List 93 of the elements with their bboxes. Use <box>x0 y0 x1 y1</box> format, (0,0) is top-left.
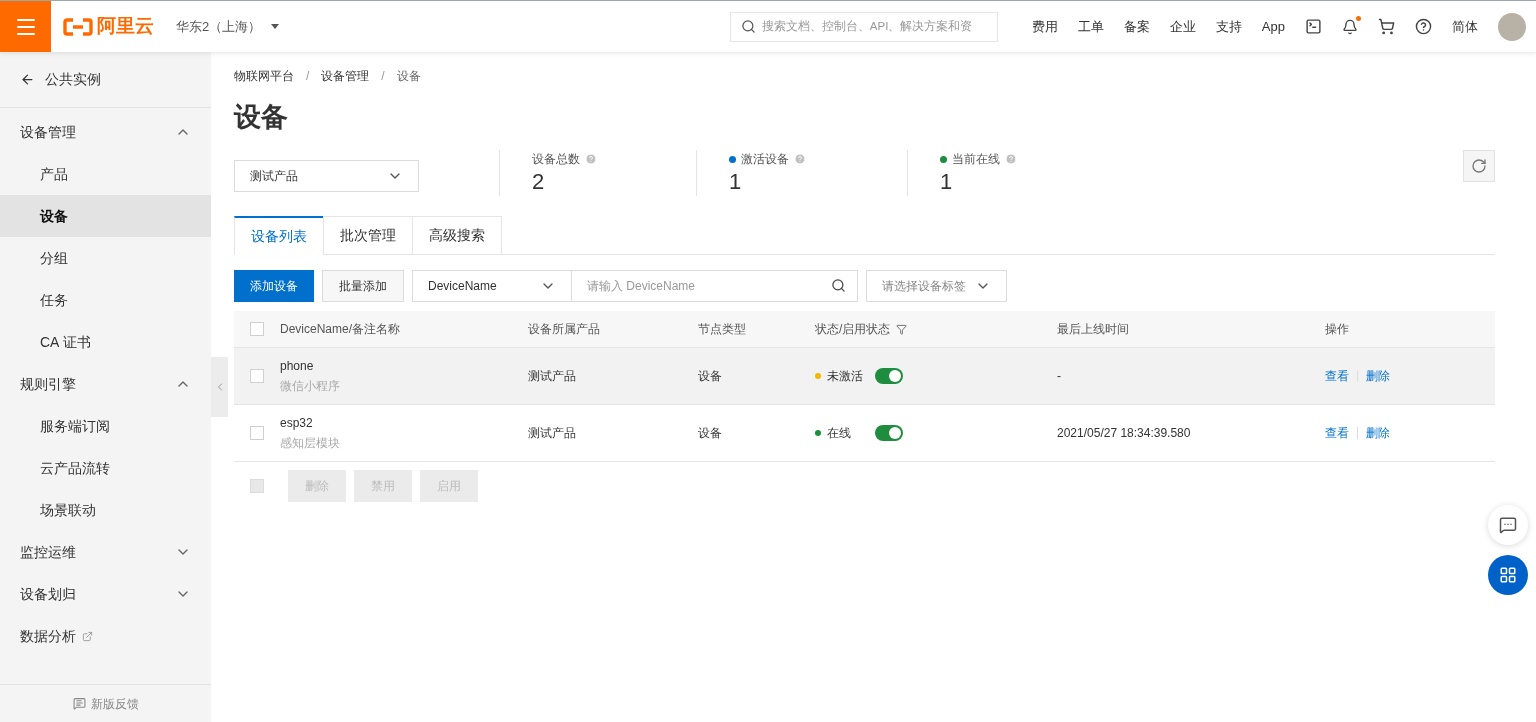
back-link[interactable]: 公共实例 <box>0 52 211 108</box>
sidebar-item[interactable]: 分组 <box>0 237 211 279</box>
action-link[interactable]: 删除 <box>1366 424 1390 442</box>
nav-link[interactable]: 支持 <box>1215 16 1242 37</box>
breadcrumb-link[interactable]: 物联网平台 <box>234 67 294 85</box>
stat-label: 设备总数 <box>532 151 580 168</box>
menu-button[interactable] <box>0 1 51 52</box>
logo-text: 阿里云 <box>97 14 154 39</box>
sidebar-item[interactable]: 设备 <box>0 195 211 237</box>
product-select[interactable]: 测试产品 <box>234 160 419 192</box>
table-cell: 设备 <box>698 426 722 440</box>
nav-link[interactable]: 备案 <box>1123 16 1150 37</box>
sidebar-item[interactable]: 服务端订阅 <box>0 405 211 447</box>
breadcrumb-separator: / <box>306 68 310 85</box>
column-header: 设备所属产品 <box>528 321 600 338</box>
bell-icon <box>1342 18 1358 35</box>
search-field[interactable]: 搜索文档、控制台、API、解决方案和资 <box>729 11 998 42</box>
breadcrumb-link[interactable]: 设备管理 <box>321 67 370 85</box>
column-header: 操作 <box>1325 321 1349 338</box>
notification-button[interactable] <box>1342 18 1358 35</box>
nav-link[interactable]: 企业 <box>1169 16 1196 37</box>
search-icon[interactable] <box>831 278 846 293</box>
table-cell: 测试产品 <box>528 369 576 383</box>
sidebar-item[interactable]: 场景联动 <box>0 489 211 531</box>
refresh-icon <box>1471 158 1487 174</box>
action-link[interactable]: 删除 <box>1366 367 1390 385</box>
feedback-icon <box>72 697 86 710</box>
sidebar-item[interactable]: 数据分析 <box>0 615 211 657</box>
sidebar-item[interactable]: 云产品流转 <box>0 447 211 489</box>
stat-label: 当前在线 <box>952 151 1000 168</box>
refresh-button[interactable] <box>1463 150 1495 182</box>
filter-select[interactable]: DeviceName <box>412 270 572 302</box>
toggle-switch[interactable] <box>875 425 903 441</box>
checkbox[interactable] <box>250 369 264 383</box>
device-search-field[interactable]: 请输入 DeviceName <box>572 270 858 302</box>
sidebar-group[interactable]: 监控运维 <box>0 531 211 573</box>
help-icon[interactable] <box>1415 18 1432 35</box>
tab[interactable]: 高级搜索 <box>412 216 502 255</box>
column-header: 最后上线时间 <box>1057 321 1129 338</box>
region-select[interactable]: 华东2（上海） <box>176 16 280 37</box>
breadcrumb-separator: / <box>381 68 385 85</box>
caret-icon <box>271 24 280 29</box>
grid-icon <box>1499 566 1517 584</box>
stat-label: 激活设备 <box>741 151 789 168</box>
breadcrumb-current-page: 设备 <box>396 68 421 85</box>
status-text: 未激活 <box>827 368 864 385</box>
language-link[interactable]: 简体 <box>1452 16 1478 37</box>
sidebar-item[interactable]: 任务 <box>0 279 211 321</box>
tag-select[interactable]: 请选择设备标签 <box>866 270 1007 302</box>
filter-icon[interactable] <box>896 323 908 335</box>
checkbox[interactable] <box>250 426 264 440</box>
batch-add-button[interactable]: 批量添加 <box>322 270 404 302</box>
search-icon <box>740 19 756 34</box>
table-cell: 测试产品 <box>528 426 576 440</box>
device-note: 感知层模块 <box>280 435 341 452</box>
column-header: 节点类型 <box>698 321 746 338</box>
toggle-switch[interactable] <box>875 368 903 384</box>
device-name: phone <box>280 358 315 375</box>
stat-value: 2 <box>532 168 546 196</box>
table-cell: 2021/05/27 18:34:39.580 <box>1057 426 1191 440</box>
sidebar-group[interactable]: 设备划归 <box>0 573 211 615</box>
stat-value: 1 <box>729 168 743 196</box>
sidebar-group[interactable]: 设备管理 <box>0 111 211 153</box>
action-link[interactable]: 查看 <box>1325 367 1349 385</box>
cart-icon[interactable] <box>1378 18 1395 35</box>
table-cell: 设备 <box>698 369 722 383</box>
terminal-icon[interactable] <box>1305 18 1322 35</box>
tab[interactable]: 批次管理 <box>323 216 413 255</box>
status-text: 在线 <box>827 425 852 442</box>
nav-link[interactable]: 费用 <box>1031 16 1058 37</box>
sidebar-group[interactable]: 规则引擎 <box>0 363 211 405</box>
action-link[interactable]: 查看 <box>1325 424 1349 442</box>
sidebar-item[interactable]: CA 证书 <box>0 321 211 363</box>
page-title: 设备 <box>234 101 289 134</box>
tab[interactable]: 设备列表 <box>234 216 324 255</box>
table-row[interactable]: phone 微信小程序 测试产品 设备 未激活 - 查看 删除 <box>234 348 1495 405</box>
avatar[interactable] <box>1498 12 1526 41</box>
device-name: esp32 <box>280 415 314 432</box>
chat-button[interactable] <box>1488 505 1528 545</box>
apps-button[interactable] <box>1488 555 1528 595</box>
logo-icon <box>63 17 93 36</box>
external-link-icon <box>82 630 93 642</box>
nav-link[interactable]: App <box>1261 16 1285 37</box>
sidebar-item[interactable]: 产品 <box>0 153 211 195</box>
table-cell: - <box>1057 369 1061 383</box>
column-header: 状态/启用状态 <box>815 321 891 338</box>
add-device-button[interactable]: 添加设备 <box>234 270 314 302</box>
device-note: 微信小程序 <box>280 378 341 395</box>
chat-icon <box>1499 516 1517 534</box>
collapse-handle[interactable] <box>211 357 228 417</box>
column-header: DeviceName/备注名称 <box>280 321 401 338</box>
nav-link[interactable]: 工单 <box>1077 16 1104 37</box>
stat-value: 1 <box>940 168 954 196</box>
